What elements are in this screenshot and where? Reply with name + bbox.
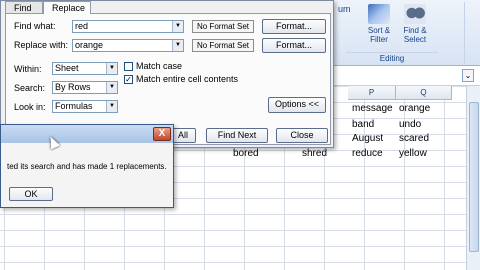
cell[interactable]: message (352, 101, 393, 117)
replace-format-button[interactable]: Format... (262, 38, 326, 53)
tab-replace[interactable]: Replace (43, 1, 91, 14)
find-what-value: red (75, 21, 89, 31)
ribbon-scroll (464, 2, 478, 64)
within-value: Sheet (55, 63, 79, 73)
match-case-checkbox[interactable] (124, 62, 133, 71)
cell[interactable]: orange (399, 101, 430, 117)
find-next-button[interactable]: Find Next (206, 128, 268, 143)
cell[interactable]: shred (302, 146, 327, 162)
cell[interactable]: bored (233, 146, 259, 162)
expand-formula-bar-button[interactable]: ⌄ (462, 69, 474, 82)
cell[interactable]: yellow (399, 146, 427, 162)
lookin-label: Look in: (14, 102, 46, 112)
tab-find[interactable]: Find (5, 1, 43, 13)
search-value: By Rows (55, 82, 91, 92)
chevron-down-icon[interactable]: ▼ (172, 40, 183, 51)
search-select[interactable]: By Rows ▼ (52, 81, 118, 94)
sort-icon (368, 4, 390, 24)
sort-filter-button[interactable]: Sort & Filter (360, 2, 398, 52)
find-what-input[interactable]: red ▼ (72, 20, 184, 33)
column-header-q[interactable]: Q (396, 86, 452, 100)
within-label: Within: (14, 64, 42, 74)
lookin-select[interactable]: Formulas ▼ (52, 100, 118, 113)
match-entire-label: Match entire cell contents (136, 74, 239, 84)
replace-with-label: Replace with: (14, 40, 69, 50)
find-select-button[interactable]: Find & Select (396, 2, 434, 52)
find-format-preview: No Format Set (192, 20, 254, 33)
chevron-down-icon[interactable]: ▼ (172, 21, 183, 32)
search-label: Search: (14, 83, 46, 93)
find-format-button[interactable]: Format... (262, 19, 326, 34)
find-what-label: Find what: (14, 21, 56, 31)
cell[interactable]: scared (399, 131, 429, 147)
chevron-down-icon[interactable]: ▼ (106, 63, 117, 74)
replace-with-value: orange (75, 40, 104, 50)
sort-filter-label-1: Sort & (367, 26, 391, 35)
result-message-dialog: X ted its search and has made 1 replacem… (0, 124, 174, 208)
replace-format-preview: No Format Set (192, 39, 254, 52)
find-select-label-1: Find & (403, 26, 427, 35)
message-title-bar[interactable]: X (1, 125, 173, 143)
scroll-thumb[interactable] (469, 102, 479, 252)
sort-filter-label-2: Filter (370, 35, 388, 44)
close-icon[interactable]: X (153, 127, 171, 141)
cell[interactable]: August (352, 131, 383, 147)
vertical-scrollbar[interactable] (466, 86, 480, 270)
autosum-label[interactable]: um (338, 4, 351, 14)
lookin-value: Formulas (55, 101, 93, 111)
match-case-label: Match case (136, 61, 183, 71)
ok-button[interactable]: OK (9, 187, 53, 201)
match-entire-checkbox[interactable]: ✓ (124, 75, 133, 84)
editing-group-label: Editing (346, 52, 438, 63)
chevron-down-icon[interactable]: ▼ (106, 82, 117, 93)
find-select-label-2: Select (403, 35, 427, 44)
close-button[interactable]: Close (276, 128, 328, 143)
chevron-down-icon[interactable]: ▼ (106, 101, 117, 112)
within-select[interactable]: Sheet ▼ (52, 62, 118, 75)
binoculars-icon (404, 4, 426, 24)
replace-with-input[interactable]: orange ▼ (72, 39, 184, 52)
cell[interactable]: reduce (352, 146, 383, 162)
column-header-p[interactable]: P (348, 86, 396, 100)
options-button[interactable]: Options << (268, 97, 326, 113)
message-text: ted its search and has made 1 replacemen… (7, 162, 167, 171)
